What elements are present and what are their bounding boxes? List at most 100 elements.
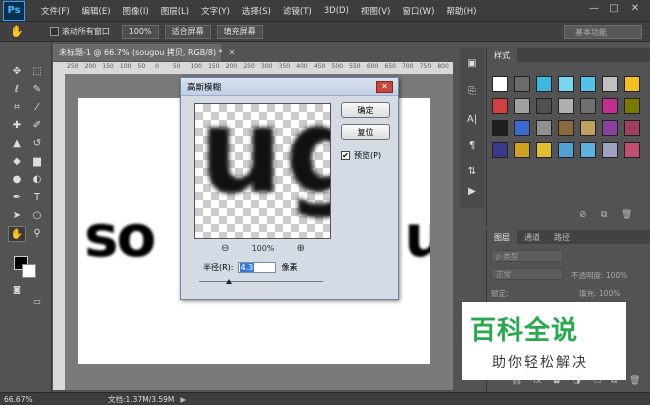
menu-3d[interactable]: 3D(D) (318, 6, 355, 16)
menu-layer[interactable]: 图层(L) (155, 5, 195, 17)
radius-input[interactable]: 4.3 (237, 262, 276, 273)
play-icon[interactable]: ▶ (464, 184, 480, 200)
type-tool-icon[interactable]: T (28, 190, 46, 206)
menu-select[interactable]: 选择(S) (236, 5, 277, 17)
style-swatch[interactable] (514, 142, 530, 158)
delete-style-icon[interactable]: 🗑 (621, 210, 632, 220)
style-swatch[interactable] (602, 120, 618, 136)
style-swatch[interactable] (536, 142, 552, 158)
crop-tool-icon[interactable]: ⌗ (8, 100, 26, 116)
style-swatch[interactable] (492, 120, 508, 136)
status-arrow-icon[interactable]: ▶ (180, 395, 186, 404)
style-swatch[interactable] (514, 120, 530, 136)
style-swatch[interactable] (536, 76, 552, 92)
style-swatch[interactable] (492, 142, 508, 158)
tab-channels[interactable]: 通道 (517, 230, 547, 244)
quick-mask-icon[interactable]: ◙ (8, 282, 26, 298)
blur-preview[interactable]: ug (194, 103, 331, 239)
no-style-icon[interactable]: ⊘ (579, 210, 587, 220)
new-style-icon[interactable]: ⧉ (601, 210, 607, 220)
style-swatch[interactable] (514, 76, 530, 92)
close-tab-icon[interactable]: ✕ (229, 48, 236, 57)
workspace-select[interactable]: 基本功能 (564, 25, 642, 39)
lasso-tool-icon[interactable]: ℓ (8, 82, 26, 98)
zoom-tool-icon[interactable]: ⚲ (28, 226, 46, 242)
style-swatch[interactable] (580, 76, 596, 92)
preview-toggle[interactable]: ✔ 预览(P) (341, 150, 381, 161)
radius-slider-thumb[interactable] (225, 279, 232, 284)
tab-paths[interactable]: 路径 (547, 230, 577, 244)
layer-filter-select[interactable]: ρ 类型 (491, 250, 563, 262)
fill-screen-button[interactable]: 填充屏幕 (216, 24, 263, 39)
style-swatch[interactable] (558, 142, 574, 158)
blur-tool-icon[interactable]: ● (8, 172, 26, 188)
zoom-100-button[interactable]: 100% (121, 24, 159, 39)
history-brush-icon[interactable]: ↺ (28, 136, 46, 152)
style-swatch[interactable] (558, 120, 574, 136)
style-swatch[interactable] (602, 142, 618, 158)
hand-tool-button-icon[interactable]: ✋ (8, 226, 26, 242)
properties-panel-icon[interactable]: ⎘ (464, 84, 480, 100)
style-swatch[interactable] (492, 76, 508, 92)
brush-tool-icon[interactable]: ✐ (28, 118, 46, 134)
reset-button[interactable]: 复位 (341, 124, 390, 140)
close-window-button[interactable]: ✕ (627, 3, 643, 14)
minimize-button[interactable]: — (586, 3, 602, 14)
status-zoom[interactable]: 66.67% (4, 395, 56, 404)
style-swatch[interactable] (536, 120, 552, 136)
marquee-tool-icon[interactable]: ⬚ (28, 64, 46, 80)
dialog-title-bar[interactable]: 高斯模糊 (181, 78, 398, 96)
style-swatch[interactable] (602, 76, 618, 92)
menu-type[interactable]: 文字(Y) (195, 5, 236, 17)
style-swatch[interactable] (514, 98, 530, 114)
stamp-tool-icon[interactable]: ▲ (8, 136, 26, 152)
paragraph-panel-icon[interactable]: ¶ (464, 138, 480, 154)
style-swatch[interactable] (558, 98, 574, 114)
eraser-tool-icon[interactable]: ◆ (8, 154, 26, 170)
ok-button[interactable]: 确定 (341, 102, 390, 118)
menu-filter[interactable]: 滤镜(T) (277, 5, 318, 17)
style-swatch[interactable] (558, 76, 574, 92)
style-swatch[interactable] (580, 98, 596, 114)
shape-tool-icon[interactable]: ○ (28, 208, 46, 224)
menu-view[interactable]: 视图(V) (355, 5, 396, 17)
pen-tool-icon[interactable]: ✒ (8, 190, 26, 206)
opacity-label[interactable]: 不透明度: 100% (571, 270, 627, 281)
path-select-tool-icon[interactable]: ➤ (8, 208, 26, 224)
fit-screen-button[interactable]: 适合屏幕 (164, 24, 211, 39)
maximize-button[interactable]: □ (606, 3, 622, 14)
dialog-close-button[interactable]: ✕ (376, 81, 393, 93)
menu-file[interactable]: 文件(F) (35, 5, 76, 17)
document-tab[interactable]: 未标题-1 @ 66.7% (sougou 拷贝, RGB/8) * ✕ (53, 44, 235, 61)
style-swatch[interactable] (624, 120, 640, 136)
menu-help[interactable]: 帮助(H) (440, 5, 482, 17)
style-swatch[interactable] (624, 142, 640, 158)
quick-select-tool-icon[interactable]: ✎ (28, 82, 46, 98)
style-swatch[interactable] (536, 98, 552, 114)
zoom-out-icon[interactable]: ⊖ (221, 243, 229, 254)
style-swatch[interactable] (624, 76, 640, 92)
move-tool-icon[interactable]: ✥ (8, 64, 26, 80)
style-swatch[interactable] (624, 98, 640, 114)
fill-label[interactable]: 填充: 100% (579, 288, 620, 299)
tab-styles[interactable]: 样式 (487, 48, 517, 62)
delete-layer-icon[interactable]: 🗑 (629, 376, 640, 386)
style-swatch[interactable] (492, 98, 508, 114)
menu-window[interactable]: 窗口(W) (396, 5, 440, 17)
scroll-all-checkbox[interactable] (49, 27, 59, 36)
style-swatch[interactable] (602, 98, 618, 114)
eyedropper-tool-icon[interactable]: ⁄ (28, 100, 46, 116)
style-swatch[interactable] (580, 120, 596, 136)
dodge-tool-icon[interactable]: ◐ (28, 172, 46, 188)
history-panel-icon[interactable]: ▣ (464, 56, 480, 72)
radius-slider-track[interactable] (199, 281, 323, 282)
screen-mode-icon[interactable]: ▭ (28, 294, 46, 310)
blend-mode-select[interactable]: 正常 (491, 268, 563, 280)
healing-tool-icon[interactable]: ✚ (8, 118, 26, 134)
preview-checkbox[interactable]: ✔ (341, 151, 350, 160)
background-color-swatch[interactable] (22, 264, 36, 278)
menu-image[interactable]: 图像(I) (117, 5, 155, 17)
zoom-in-icon[interactable]: ⊕ (297, 243, 305, 254)
character-panel-icon[interactable]: A| (464, 112, 480, 128)
style-swatch[interactable] (580, 142, 596, 158)
